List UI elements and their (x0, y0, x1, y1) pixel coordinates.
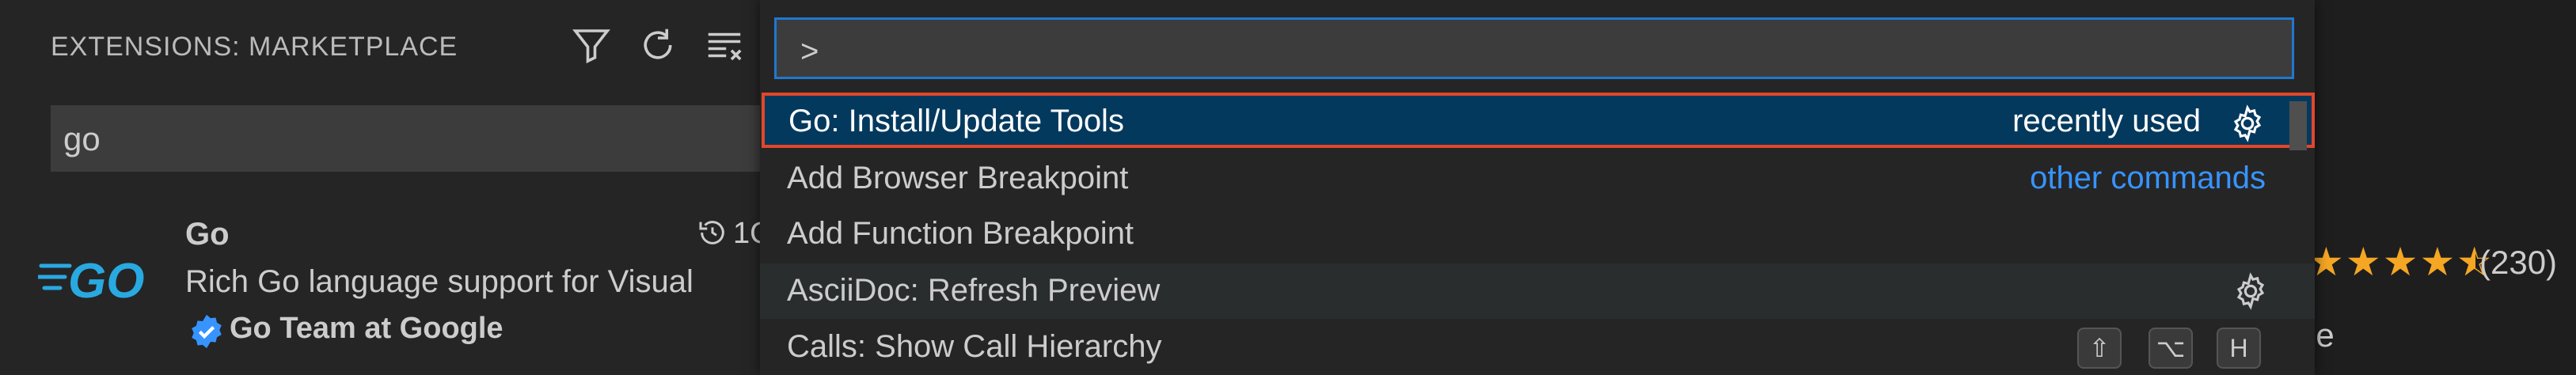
command-palette-input[interactable]: > (774, 17, 2294, 79)
command-palette-scrollbar[interactable] (2289, 101, 2307, 150)
keybinding-option: ⌥ (2149, 328, 2193, 369)
extension-description: Rich Go language support for Visual (185, 264, 693, 299)
extension-name[interactable]: Go (185, 217, 230, 252)
refresh-icon[interactable] (636, 24, 679, 66)
command-item-label: Add Browser Breakpoint (787, 161, 1129, 195)
svg-text:GO: GO (68, 254, 144, 307)
command-palette: > Go: Install/Update Tools recently used… (760, 0, 2315, 375)
command-item-calls-show-call-hierarchy[interactable]: Calls: Show Call Hierarchy ⇧ ⌥ H (760, 320, 2315, 375)
go-logo-icon: GO (38, 254, 144, 307)
recently-used-label: recently used (2012, 104, 2201, 138)
command-item-add-browser-breakpoint[interactable]: Add Browser Breakpoint other commands (760, 151, 2315, 206)
command-palette-input-value: > (800, 34, 819, 69)
command-item-label: Calls: Show Call Hierarchy (787, 329, 1162, 364)
command-item-label: Add Function Breakpoint (787, 216, 1134, 251)
other-commands-label: other commands (2030, 161, 2266, 195)
panel-title: EXTENSIONS: MARKETPLACE (51, 32, 458, 62)
command-item-asciidoc-refresh-preview[interactable]: AsciiDoc: Refresh Preview (760, 263, 2315, 319)
rating-stars: ★★★★☆★ (2308, 240, 2494, 284)
command-item-label: AsciiDoc: Refresh Preview (787, 273, 1161, 308)
extension-search-value: go (63, 120, 101, 157)
gear-icon[interactable] (2228, 104, 2267, 143)
rating-count: (230) (2479, 244, 2558, 281)
command-item-go-install-update-tools[interactable]: Go: Install/Update Tools recently used (762, 93, 2315, 148)
verified-publisher-icon (192, 314, 222, 349)
extension-publisher[interactable]: Go Team at Google (230, 312, 503, 346)
keybinding-shift: ⇧ (2077, 328, 2122, 369)
clear-extensions-icon[interactable] (703, 24, 746, 66)
keybinding-h: H (2217, 328, 2261, 369)
command-item-add-function-breakpoint[interactable]: Add Function Breakpoint (760, 206, 2315, 262)
command-item-label: Go: Install/Update Tools (788, 104, 1124, 138)
history-icon (699, 221, 724, 244)
extensions-sidebar: EXTENSIONS: MARKETPLACE go GO Go 1C Rich… (0, 0, 772, 375)
gear-icon[interactable] (2231, 271, 2270, 311)
filter-icon[interactable] (570, 24, 613, 66)
extension-search-input[interactable] (51, 105, 763, 172)
